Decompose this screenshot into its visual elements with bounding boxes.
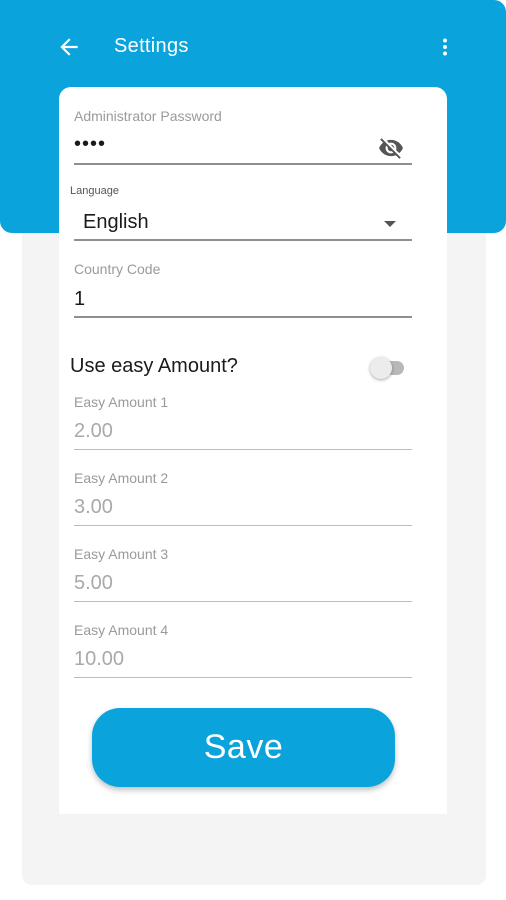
language-select[interactable]: English (83, 211, 149, 234)
page-title: Settings (114, 35, 189, 57)
easy-amount-3-underline (74, 601, 412, 602)
easy-amount-1-underline (74, 449, 412, 450)
easy-amount-4-input[interactable]: 10.00 (74, 648, 124, 671)
admin-password-input[interactable]: •••• (74, 133, 106, 156)
easy-amount-1-label: Easy Amount 1 (74, 394, 169, 410)
easy-amount-1-input[interactable]: 2.00 (74, 420, 113, 443)
easy-amount-4-label: Easy Amount 4 (74, 622, 169, 638)
admin-password-label: Administrator Password (74, 108, 222, 124)
more-vert-icon[interactable] (432, 34, 458, 60)
easy-amount-2-underline (74, 525, 412, 526)
admin-password-underline (74, 163, 412, 165)
easy-amount-2-input[interactable]: 3.00 (74, 496, 113, 519)
easy-amount-4-underline (74, 677, 412, 678)
language-label: Language (70, 185, 119, 197)
easy-amount-3-input[interactable]: 5.00 (74, 572, 113, 595)
easy-amount-toggle-label: Use easy Amount? (70, 355, 238, 377)
dropdown-arrow-icon[interactable] (384, 221, 396, 227)
eye-off-icon[interactable] (378, 135, 404, 161)
country-code-input[interactable]: 1 (74, 288, 85, 311)
easy-amount-toggle-thumb[interactable] (370, 357, 392, 379)
easy-amount-3-label: Easy Amount 3 (74, 546, 169, 562)
easy-amount-2-label: Easy Amount 2 (74, 470, 169, 486)
language-underline (74, 239, 412, 241)
country-code-underline (74, 316, 412, 318)
country-code-label: Country Code (74, 261, 161, 277)
save-button[interactable]: Save (92, 708, 395, 787)
arrow-left-icon[interactable] (56, 34, 82, 60)
